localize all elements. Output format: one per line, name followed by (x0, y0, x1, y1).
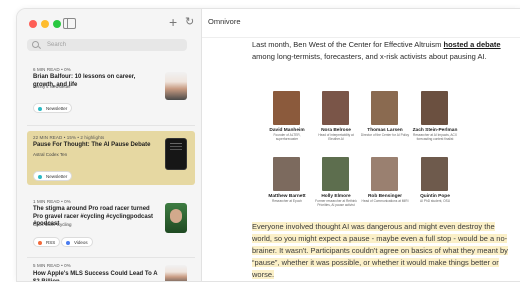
person-role: Former researcher at Rethink Priorities,… (315, 199, 357, 207)
tag-color-dot (38, 241, 42, 245)
tag-color-dot (38, 107, 42, 111)
search-icon (32, 41, 39, 48)
tag-label: Newsletter (46, 174, 68, 179)
tag-label: Newsletter (46, 106, 68, 111)
person-photo (273, 91, 300, 125)
list-item[interactable]: 5 MIN READ • 0% How Apple's MLS Success … (27, 263, 195, 282)
person-photo (421, 157, 448, 191)
tag-color-dot (38, 175, 42, 179)
reader-toolbar: Omnivore (202, 9, 520, 38)
add-icon[interactable]: + (169, 14, 177, 30)
person-role: Head of interpretability at Eleuther.AI (318, 133, 354, 141)
list-item-selected[interactable]: 22 MIN READ • 15% • 2 highlights Pause F… (27, 131, 195, 185)
divider (27, 257, 195, 258)
person-role: Director of the Center for AI Policy (360, 133, 410, 137)
hosted-debate-link[interactable]: hosted a debate (443, 40, 500, 49)
minimize-window-button[interactable] (41, 20, 49, 28)
item-title: Pause For Thought: The AI Pause Debate (33, 142, 151, 148)
person-photo (273, 157, 300, 191)
item-thumbnail (165, 138, 187, 170)
tag-rss[interactable]: RSS (33, 237, 61, 247)
intro-text-rest: among long-termists, forecasters, and x-… (252, 52, 487, 61)
person-photo (371, 157, 398, 191)
divider (27, 125, 195, 126)
item-meta: 6 MIN READ • 0% (33, 67, 71, 72)
item-thumbnail (165, 265, 187, 281)
list-item[interactable]: 1 MIN READ • 0% The stigma around Pro ro… (27, 195, 195, 253)
item-author: Lenny's Newsletter (33, 84, 71, 89)
refresh-icon[interactable]: ↻ (185, 15, 194, 29)
person-role: Founder of ALTER, superforecaster (273, 133, 301, 141)
reader-pane: Omnivore Last month, Ben West of the Cen… (202, 9, 520, 281)
item-author: Astral Codex Ten (33, 152, 68, 157)
article-intro: Last month, Ben West of the Center for E… (252, 39, 507, 63)
sidebar-toggle-icon[interactable] (63, 18, 76, 29)
tag-color-dot (66, 241, 70, 245)
item-author: Chris Miller Cycling (33, 222, 72, 227)
search-placeholder: Search (47, 42, 67, 48)
item-meta: 1 MIN READ • 0% (33, 199, 71, 204)
sidebar: + ↻ Search 6 MIN READ • 0% Brian Balfour… (17, 9, 202, 281)
item-thumbnail (165, 203, 187, 233)
person-photo (322, 91, 349, 125)
app-window: + ↻ Search 6 MIN READ • 0% Brian Balfour… (16, 8, 520, 282)
close-window-button[interactable] (29, 20, 37, 28)
person-role: Head of Communications at MIRI (361, 199, 409, 203)
person-photo (371, 91, 398, 125)
search-input[interactable]: Search (27, 39, 187, 51)
item-title: How Apple's MLS Success Could Lead To A … (33, 271, 158, 282)
tag-newsletter[interactable]: Newsletter (33, 171, 73, 181)
sidebar-titlebar: + ↻ (17, 9, 201, 39)
person-role: Researcher at AI Impacts, ACX forecastin… (413, 133, 457, 141)
tag-newsletter[interactable]: Newsletter (33, 103, 73, 113)
tag-videos[interactable]: Videos (61, 237, 93, 247)
person-photo (421, 91, 448, 125)
item-meta: 5 MIN READ • 0% (33, 263, 71, 268)
tag-label: RSS (46, 240, 56, 245)
zoom-window-button[interactable] (53, 20, 61, 28)
item-meta: 22 MIN READ • 15% • 2 highlights (33, 135, 105, 140)
tag-label: Videos (74, 240, 88, 245)
person-role: AI PhD student, OSU (419, 199, 451, 203)
app-title: Omnivore (208, 17, 241, 26)
list-item[interactable]: 6 MIN READ • 0% Brian Balfour: 10 lesson… (27, 63, 195, 121)
person-photo (322, 157, 349, 191)
intro-text: Last month, Ben West of the Center for E… (252, 40, 444, 49)
item-thumbnail (165, 72, 187, 100)
highlighted-paragraph[interactable]: Everyone involved thought AI was dangero… (252, 221, 508, 281)
highlight-text: Everyone involved thought AI was dangero… (252, 222, 508, 279)
person-role: Researcher at Epoch (272, 199, 302, 203)
